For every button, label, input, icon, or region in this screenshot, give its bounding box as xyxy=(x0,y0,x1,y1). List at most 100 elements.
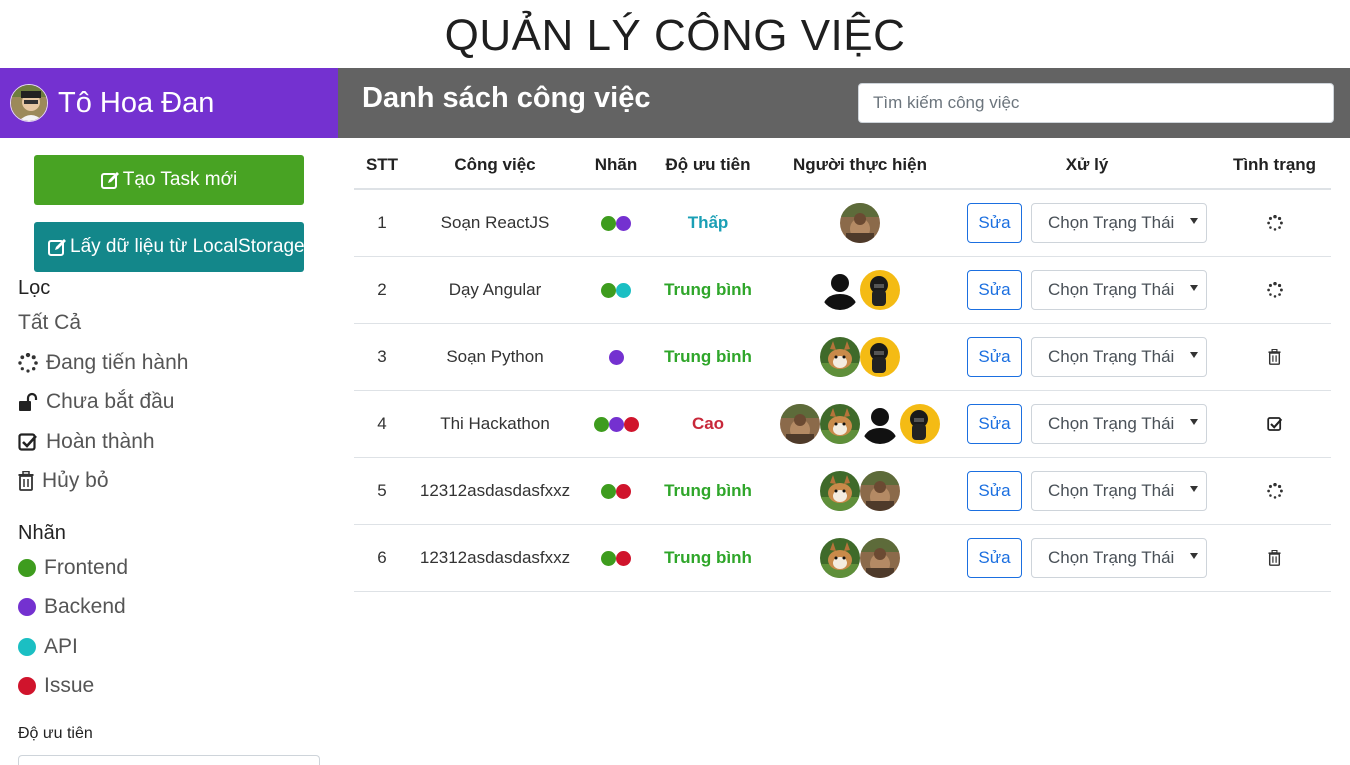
label-api[interactable]: API xyxy=(18,635,78,659)
status-select[interactable]: Chọn Trạng Thái xyxy=(1031,538,1207,578)
row-task-name: 12312asdasdasfxxz xyxy=(419,481,571,500)
edit-button[interactable]: Sửa xyxy=(967,471,1022,511)
priority-text: Trung bình xyxy=(664,548,752,567)
col-status: Tình trạng xyxy=(1232,155,1317,174)
label-backend[interactable]: Backend xyxy=(18,595,126,619)
row-priority: Cao xyxy=(652,391,764,457)
edit-button[interactable]: Sửa xyxy=(967,538,1022,578)
new-task-label: Tạo Task mới xyxy=(122,169,238,190)
search-input[interactable] xyxy=(858,83,1334,123)
status-select[interactable]: Chọn Trạng Thái xyxy=(1031,337,1207,377)
row-task: 12312asdasdasfxxz xyxy=(410,525,580,591)
label-frontend-text: Frontend xyxy=(44,556,129,579)
filter-not-started[interactable]: Chưa bắt đầu xyxy=(18,390,174,414)
row-priority: Thấp xyxy=(652,190,764,256)
priority-text: Cao xyxy=(691,414,725,433)
assignee-avatar xyxy=(860,471,900,511)
row-labels xyxy=(580,391,652,457)
row-labels xyxy=(580,257,652,323)
row-task: Thi Hackathon xyxy=(410,391,580,457)
trash-icon xyxy=(1268,349,1281,365)
row-assignees xyxy=(764,391,956,457)
row-actions: Sửa Chọn Trạng Thái xyxy=(956,458,1218,524)
assignee-avatar xyxy=(860,538,900,578)
label-dot xyxy=(601,215,616,231)
status-select[interactable]: Chọn Trạng Thái xyxy=(1031,471,1207,511)
row-assignees xyxy=(764,458,956,524)
status-select-value: Chọn Trạng Thái xyxy=(1048,280,1175,299)
table-row: 5 12312asdasdasfxxz Trung bình Sửa Chọn Trạn… xyxy=(354,458,1331,525)
edit-button[interactable]: Sửa xyxy=(967,203,1022,243)
table-header: STT Công việc Nhãn Độ ưu tiên Người thực… xyxy=(354,138,1331,190)
row-status xyxy=(1218,525,1331,591)
filter-not-started-label: Chưa bắt đầu xyxy=(46,390,175,413)
priority-text: Trung bình xyxy=(664,481,752,500)
row-task-name: Thi Hackathon xyxy=(440,414,550,433)
row-status xyxy=(1218,257,1331,323)
row-stt-text: 2 xyxy=(377,280,387,299)
row-task-name: Soạn ReactJS xyxy=(440,213,550,232)
load-localstorage-button[interactable]: Lấy dữ liệu từ LocalStorage xyxy=(34,222,304,272)
header-bar: Danh sách công việc xyxy=(338,68,1350,138)
table-row: 1 Soạn ReactJS Thấp Sửa Chọn Trạng Thái xyxy=(354,190,1331,257)
sidebar: Tạo Task mới Lấy dữ liệu từ LocalStorage… xyxy=(0,138,338,765)
row-stt: 5 xyxy=(354,458,410,524)
assignee-avatar xyxy=(840,203,880,243)
label-issue[interactable]: Issue xyxy=(18,674,94,698)
row-actions: Sửa Chọn Trạng Thái xyxy=(956,257,1218,323)
edit-button[interactable]: Sửa xyxy=(967,337,1022,377)
assignee-avatar xyxy=(860,337,900,377)
status-select[interactable]: Chọn Trạng Thái xyxy=(1031,404,1207,444)
priority-text: Trung bình xyxy=(664,347,752,366)
col-assignees: Người thực hiện xyxy=(793,155,927,174)
label-frontend[interactable]: Frontend xyxy=(18,556,128,580)
col-priority: Độ ưu tiên xyxy=(665,155,751,174)
label-dot xyxy=(593,416,609,432)
filter-in-progress[interactable]: Đang tiến hành xyxy=(18,351,188,375)
edit-button[interactable]: Sửa xyxy=(967,404,1022,444)
label-dot xyxy=(616,215,631,231)
status-select-value: Chọn Trạng Thái xyxy=(1048,481,1175,500)
row-task-name: Soạn Python xyxy=(446,347,544,366)
edit-button[interactable]: Sửa xyxy=(967,270,1022,310)
spinner-icon xyxy=(1266,483,1283,499)
priority-text: Thấp xyxy=(687,213,729,232)
status-select-value: Chọn Trạng Thái xyxy=(1048,548,1175,567)
page-title: QUẢN LÝ CÔNG VIỆC xyxy=(444,11,906,60)
row-labels xyxy=(580,458,652,524)
user-bar: Tô Hoa Đan xyxy=(0,68,338,138)
priority-heading: Độ ưu tiên xyxy=(18,725,93,742)
load-localstorage-label: Lấy dữ liệu từ LocalStorage xyxy=(70,236,304,257)
label-dot xyxy=(601,550,616,566)
status-select-value: Chọn Trạng Thái xyxy=(1048,213,1175,232)
row-stt-text: 6 xyxy=(377,548,387,567)
label-color-dot xyxy=(18,677,36,695)
caret-down-icon xyxy=(1190,285,1198,291)
filter-all[interactable]: Tất Cả xyxy=(18,311,81,335)
new-task-button[interactable]: Tạo Task mới xyxy=(34,155,304,205)
status-select[interactable]: Chọn Trạng Thái xyxy=(1031,203,1207,243)
filter-done[interactable]: Hoàn thành xyxy=(18,430,155,454)
row-stt: 3 xyxy=(354,324,410,390)
table-row: 3 Soạn Python Trung bình Sửa Chọn Trạng Thái xyxy=(354,324,1331,391)
assignee-avatar xyxy=(820,404,860,444)
label-api-text: API xyxy=(44,635,78,658)
row-labels xyxy=(580,324,652,390)
status-select[interactable]: Chọn Trạng Thái xyxy=(1031,270,1207,310)
filter-heading: Lọc xyxy=(18,277,51,299)
priority-select[interactable] xyxy=(18,755,320,765)
label-dot xyxy=(616,483,631,499)
row-priority: Trung bình xyxy=(652,257,764,323)
filter-cancelled[interactable]: Hủy bỏ xyxy=(18,469,109,493)
row-stt: 6 xyxy=(354,525,410,591)
row-task: 12312asdasdasfxxz xyxy=(410,458,580,524)
priority-text: Trung bình xyxy=(664,280,752,299)
row-task-name: 12312asdasdasfxxz xyxy=(419,548,571,567)
row-stt-text: 4 xyxy=(377,414,387,433)
row-task-name: Dạy Angular xyxy=(448,280,542,299)
assignee-avatar xyxy=(900,404,940,444)
filter-in-progress-label: Đang tiến hành xyxy=(46,351,189,374)
col-labels: Nhãn xyxy=(594,155,638,174)
row-assignees xyxy=(764,257,956,323)
row-actions: Sửa Chọn Trạng Thái xyxy=(956,391,1218,457)
